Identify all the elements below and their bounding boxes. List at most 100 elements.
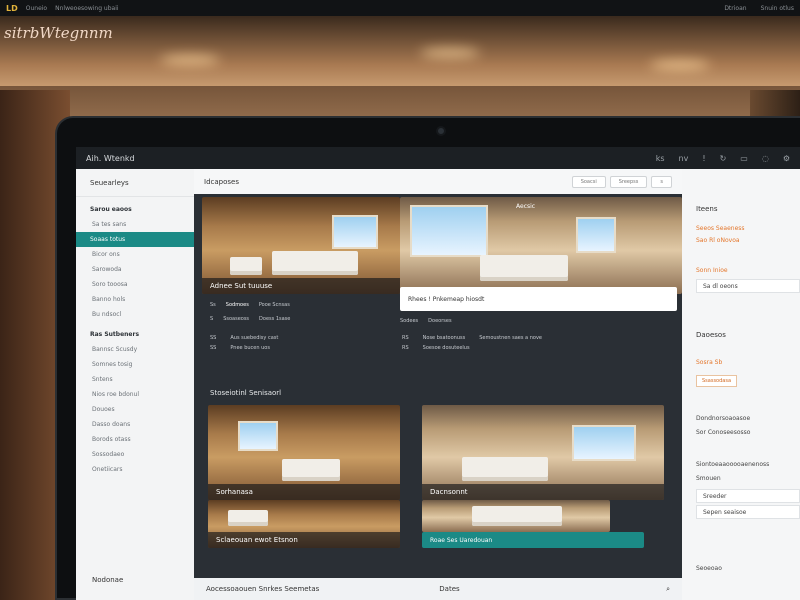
option-1[interactable]: Seeos Seaeness xyxy=(696,225,745,232)
browser-right-1[interactable]: Dtrioan xyxy=(724,5,746,12)
tablet-icon[interactable]: ▭ xyxy=(740,154,748,163)
browser-right-2[interactable]: Snuin otlus xyxy=(761,5,794,12)
meta-row-1: Ss Sodmoes Pooe Scnsas xyxy=(210,302,290,308)
ceiling-light xyxy=(420,48,480,58)
sidebar-item[interactable]: Borods otass xyxy=(76,432,194,447)
sidebar-item[interactable]: Onetiicars xyxy=(76,462,194,477)
window xyxy=(410,205,488,257)
bed xyxy=(228,510,268,526)
meta-row-2: S Ssoaseoss Doess 1sase xyxy=(210,316,290,322)
bed xyxy=(472,506,562,526)
option-2[interactable]: Sao Rl oNovoa xyxy=(696,237,740,244)
main-content: Idcaposes Soacsi Sreepss s Adnee Sut tuu… xyxy=(194,169,682,600)
sidebar-item[interactable]: Sossodaeo xyxy=(76,447,194,462)
photo-caption: Adnee Sut tuuuse xyxy=(202,278,400,294)
brand-logo: sitrbWtegnnm xyxy=(4,24,113,42)
meta-value: Pnee bucen uos xyxy=(230,345,270,351)
info-icon[interactable]: ! xyxy=(702,154,705,163)
option-3[interactable]: Sonn Inioe xyxy=(696,267,728,274)
footer-left[interactable]: Aocessoaouen Snrkes Seemetas xyxy=(206,585,319,593)
filter-pill-3[interactable]: s xyxy=(651,175,672,188)
right-footer: Seoeoao xyxy=(696,565,722,572)
browser-topbar: LD Ouneio Nnlweoesowing ubaii Dtrioan Sn… xyxy=(0,0,800,16)
sidebar-item[interactable]: Nios roe bdonul xyxy=(76,387,194,402)
settings-icon[interactable]: ⚙ xyxy=(783,154,790,163)
room-photo-card-2[interactable]: Aecsic xyxy=(400,197,682,294)
refresh-icon[interactable]: ↻ xyxy=(720,154,727,163)
browser-label[interactable]: Ouneio xyxy=(26,5,47,12)
meta-key: S xyxy=(210,316,214,322)
meta-key: SS xyxy=(210,335,217,341)
right-sidebar: Iteens Seeos Seaeness Sao Rl oNovoa Sonn… xyxy=(682,169,800,600)
sidebar-footer[interactable]: Nodonae xyxy=(92,576,123,584)
meta-key: RS xyxy=(402,335,409,341)
meta-value: Doess 1sase xyxy=(259,316,291,322)
left-sidebar: Seuearleys Sarou eaoos Sa tes sans Soaas t… xyxy=(76,169,195,600)
bed xyxy=(480,255,568,281)
window xyxy=(332,215,378,249)
photo-caption: Sorhanasa xyxy=(208,484,400,500)
room-photo-card-3[interactable]: Sorhanasa xyxy=(208,405,400,500)
sidebar-item[interactable]: Sntens xyxy=(76,372,194,387)
meta-key: SS xyxy=(210,345,217,351)
room-photo-card-6[interactable] xyxy=(422,500,610,532)
select-box-1[interactable]: Sa dl oeons xyxy=(696,279,800,293)
ceiling-light xyxy=(160,55,220,65)
scene: LD Ouneio Nnlweoesowing ubaii Dtrioan Sn… xyxy=(0,0,800,600)
sidebar-item[interactable]: Soaas totus xyxy=(76,232,195,247)
sidebar-item[interactable]: Somnes tosig xyxy=(76,357,194,372)
sidebar-item[interactable]: Soro tooosa xyxy=(76,277,194,292)
app-screen: Aih. Wtenkd ks nv ! ↻ ▭ ◌ ⚙ Seuearleys S… xyxy=(76,147,800,600)
meta-key: RS xyxy=(402,345,409,351)
room-info-overlay[interactable]: Rhees ! Pnkemeap hiosdt xyxy=(400,287,677,311)
sidebar-item[interactable]: Dasso doans xyxy=(76,417,194,432)
meta-value: Doeorses xyxy=(428,318,452,324)
photo-caption: Aecsic xyxy=(516,203,536,210)
meta-row-3: Sodees Doeorses xyxy=(400,318,452,324)
sidebar-item[interactable]: Bannsc Scusdy xyxy=(76,342,194,357)
meta-value: Sodmoes xyxy=(225,302,249,308)
ceiling-light xyxy=(650,60,710,70)
sidebar-item[interactable]: Sarou eaoos xyxy=(76,202,194,217)
meta-value: Nose bsatoonuss xyxy=(422,335,466,341)
sidebar-item[interactable]: Banno hols xyxy=(76,292,194,307)
meta-value: Aus suebedisy cast xyxy=(230,335,279,341)
room-caption-bar[interactable]: Roae Ses Uaredouan xyxy=(422,532,644,548)
meta-row-4: SS Aus suebedisy cast SS Pnee bucen uos xyxy=(210,335,278,351)
select-box-3[interactable]: Sepen seaisoe xyxy=(696,505,800,519)
meta-key: Sodees xyxy=(400,318,419,324)
meta-value: Semoustnen saes a nove xyxy=(479,335,542,341)
room-photo-card-5[interactable]: Sclaeouan ewot Etsnon xyxy=(208,500,400,548)
sidebar-item[interactable]: Ras Sutbeners xyxy=(76,327,194,342)
filter-pill-1[interactable]: Soacsi xyxy=(571,175,606,188)
browser-label-2[interactable]: Nnlweoesowing ubaii xyxy=(55,5,118,12)
footer-mid[interactable]: Dates xyxy=(439,585,459,593)
select-box-2[interactable]: Sreeder xyxy=(696,489,800,503)
room-photo-card-1[interactable]: Adnee Sut tuuuse xyxy=(202,197,400,294)
sidebar-item[interactable]: Bu ndsocl xyxy=(76,307,194,322)
filter-pill-2[interactable]: Sreepss xyxy=(609,175,648,188)
search-icon[interactable]: ⌕ xyxy=(666,585,670,594)
keyboard-icon[interactable]: ks xyxy=(656,154,665,163)
option-chip[interactable]: Ssassodasa xyxy=(696,375,738,387)
option-4[interactable]: Sosra Sb xyxy=(696,359,722,366)
sidebar-item[interactable]: Sarowoda xyxy=(76,262,194,277)
room-photo-card-4[interactable]: Dacnsonnt xyxy=(422,405,664,500)
window xyxy=(238,421,278,451)
nav-icon[interactable]: nv xyxy=(679,154,689,163)
bed xyxy=(462,457,548,481)
room-ceiling xyxy=(0,16,800,86)
chat-icon[interactable]: ◌ xyxy=(762,154,769,163)
main-footer: Aocessoaouen Snrkes Seemetas Dates ⌕ xyxy=(194,578,682,600)
main-title: Idcaposes xyxy=(204,177,239,186)
photo-caption: Sclaeouan ewot Etsnon xyxy=(208,532,400,548)
app-header: Aih. Wtenkd ks nv ! ↻ ▭ ◌ ⚙ xyxy=(76,147,800,169)
meta-value: Soesoe dosuteelus xyxy=(422,345,470,351)
right-title: Iteens xyxy=(696,205,718,213)
sidebar-item[interactable]: Douoes xyxy=(76,402,194,417)
sidebar-item[interactable]: Sa tes sans xyxy=(76,217,194,232)
sidebar-header: Seuearleys xyxy=(76,169,194,197)
photo-caption: Dacnsonnt xyxy=(422,484,664,500)
sidebar-item[interactable]: Bicor ons xyxy=(76,247,194,262)
sidebar-list: Sarou eaoos Sa tes sans Soaas totus Bicor o… xyxy=(76,202,195,477)
